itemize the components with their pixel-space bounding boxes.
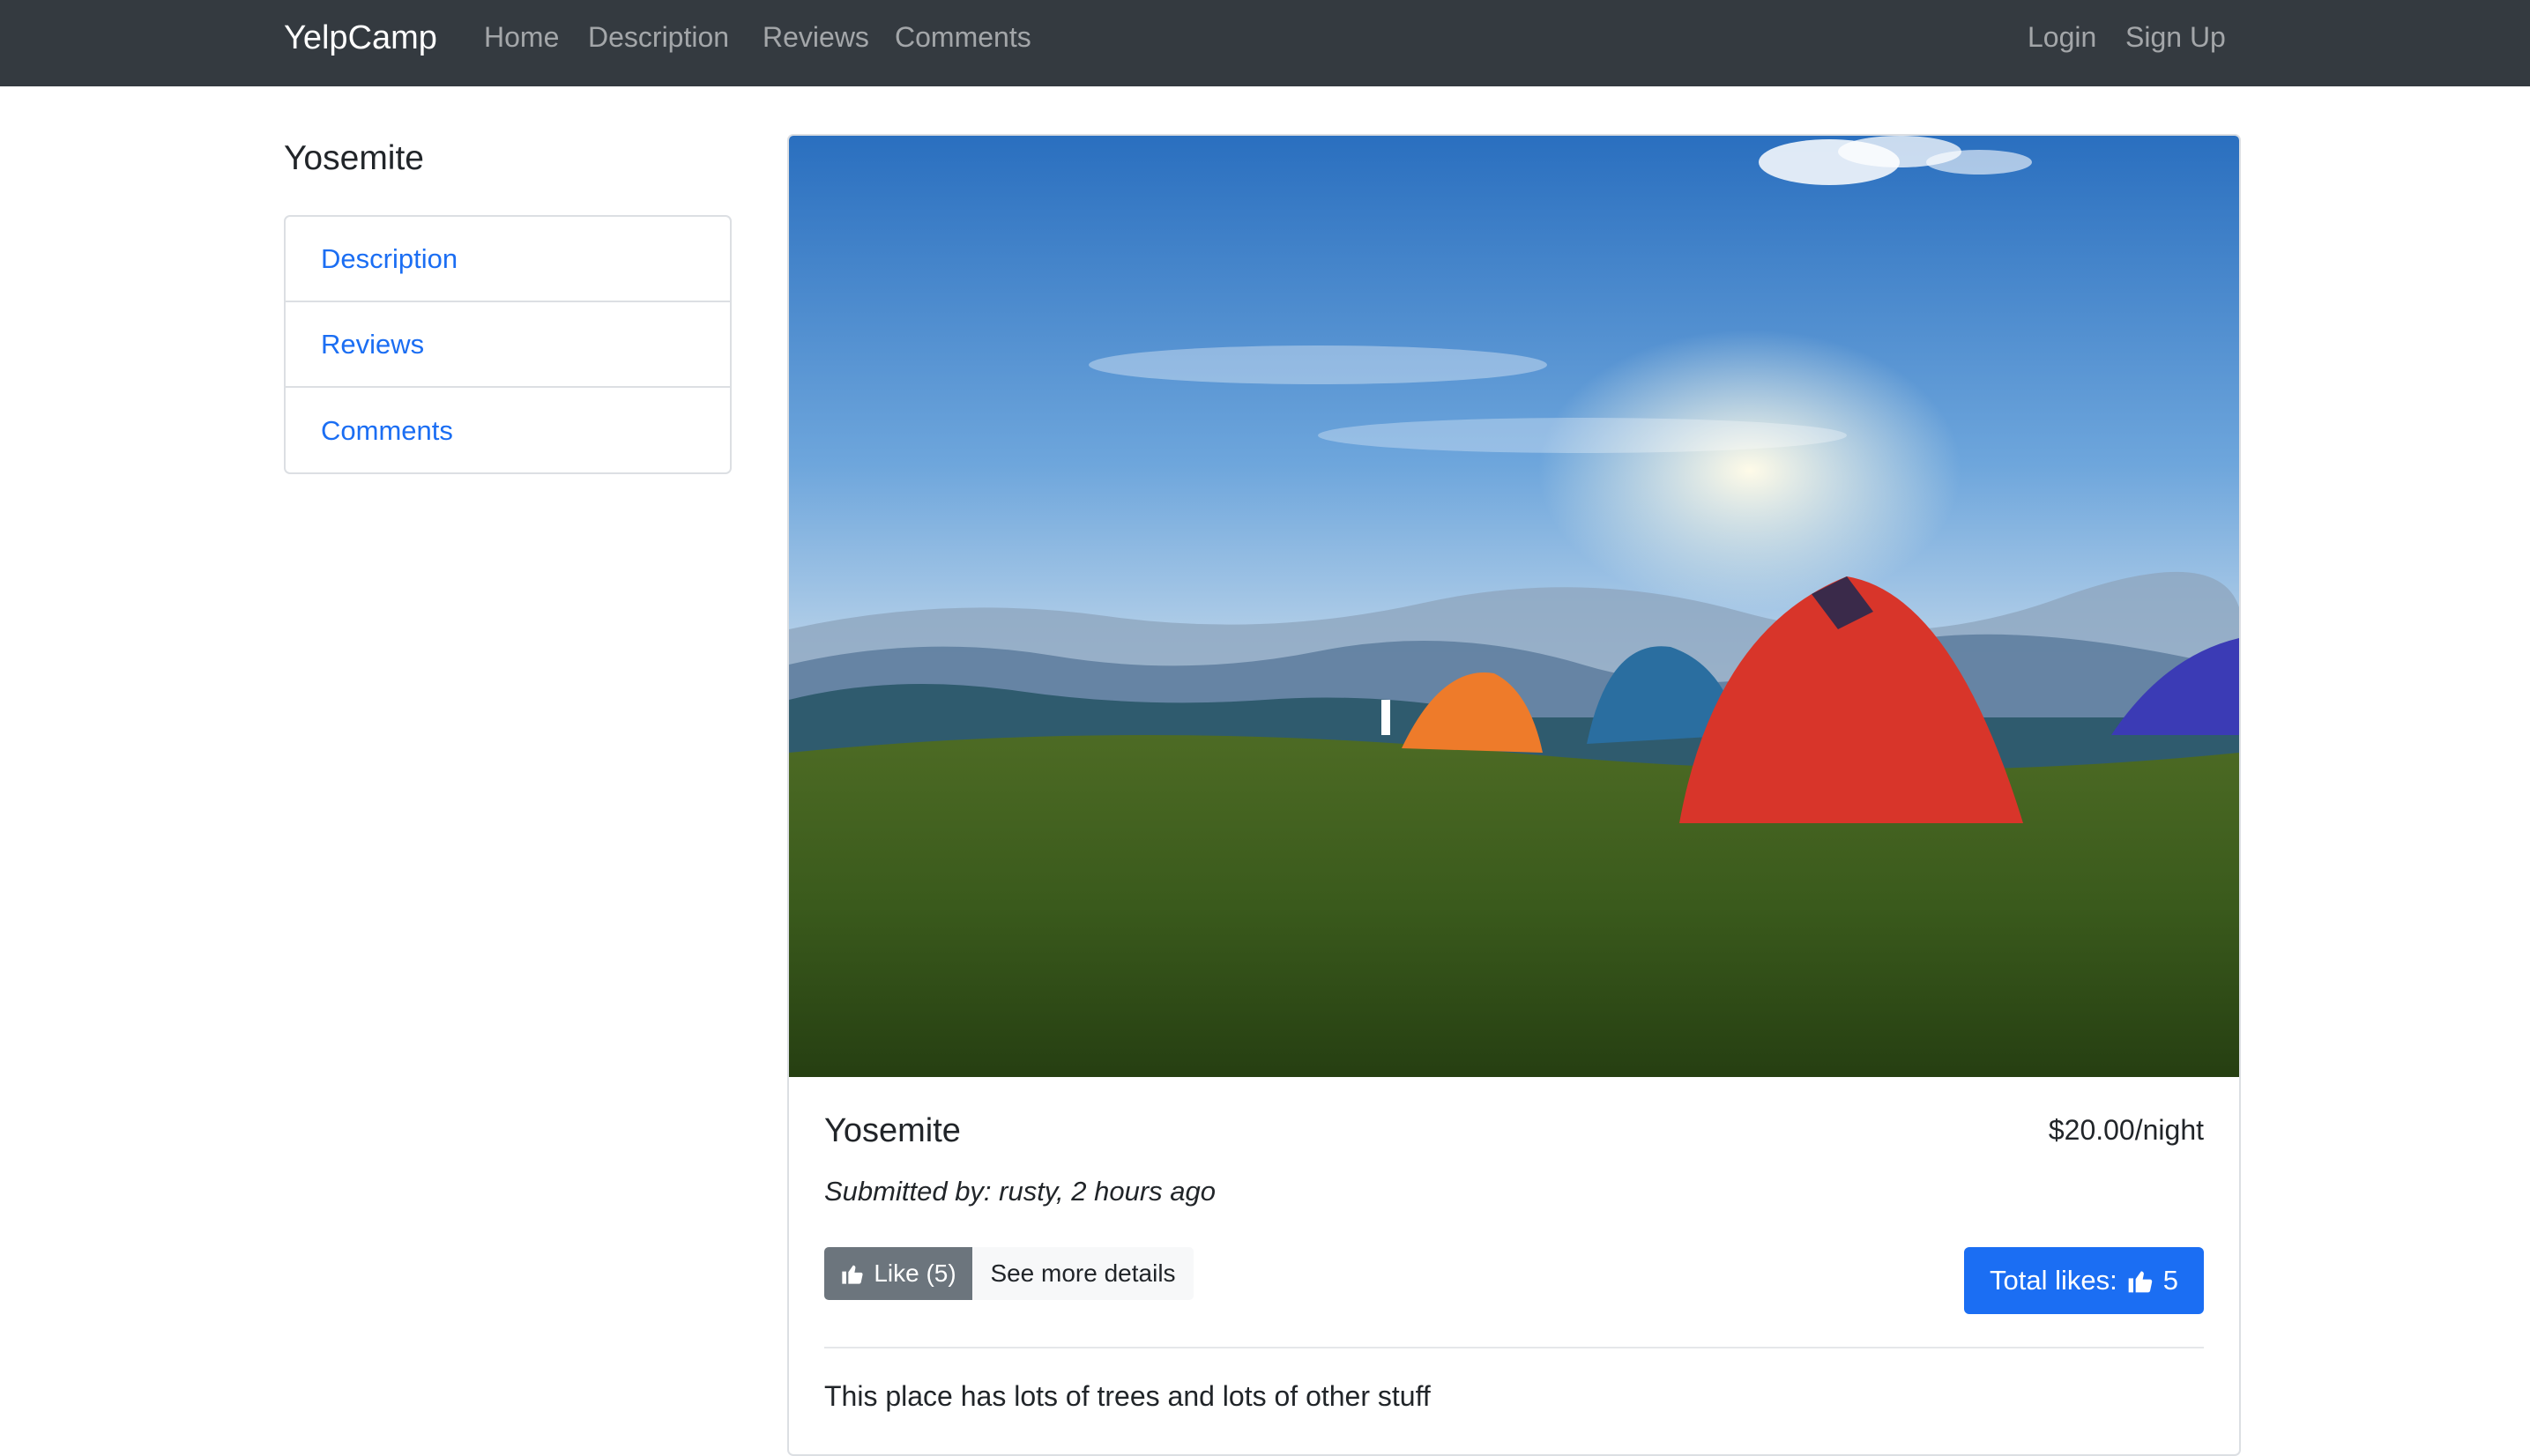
sidebar-item-reviews[interactable]: Reviews <box>286 302 730 388</box>
see-more-details-button[interactable]: See more details <box>972 1247 1194 1300</box>
sidebar-list: Description Reviews Comments <box>284 215 732 474</box>
campground-card: Yosemite $20.00/night Submitted by: rust… <box>787 134 2241 1456</box>
submitted-by: Submitted by: rusty, 2 hours ago <box>824 1176 1216 1207</box>
campground-description: This place has lots of trees and lots of… <box>824 1380 1431 1412</box>
nav-description[interactable]: Description <box>588 21 729 54</box>
thumbs-up-icon <box>842 1265 863 1284</box>
top-navbar: YelpCamp Home Description Reviews Commen… <box>0 0 2530 86</box>
like-button-label: Like (5) <box>874 1259 956 1287</box>
like-button[interactable]: Like (5) <box>824 1247 972 1300</box>
nav-home[interactable]: Home <box>484 21 559 54</box>
nav-signup[interactable]: Sign Up <box>2125 21 2226 54</box>
campground-price: $20.00/night <box>2048 1114 2204 1146</box>
sidebar-item-description[interactable]: Description <box>286 217 730 302</box>
total-likes-count: 5 <box>2162 1265 2178 1296</box>
thumbs-up-icon <box>2128 1271 2152 1293</box>
total-likes-badge[interactable]: Total likes: 5 <box>1964 1247 2204 1314</box>
brand-logo[interactable]: YelpCamp <box>284 19 437 57</box>
nav-reviews[interactable]: Reviews <box>763 21 869 54</box>
sidebar-item-comments[interactable]: Comments <box>286 388 730 473</box>
campground-image <box>789 136 2239 1077</box>
nav-comments[interactable]: Comments <box>895 21 1031 54</box>
campground-title: Yosemite <box>824 1112 961 1149</box>
sidebar-title: Yosemite <box>284 139 424 177</box>
total-likes-label: Total likes: <box>1990 1265 2117 1296</box>
nav-login[interactable]: Login <box>2028 21 2096 54</box>
divider <box>824 1347 2204 1348</box>
